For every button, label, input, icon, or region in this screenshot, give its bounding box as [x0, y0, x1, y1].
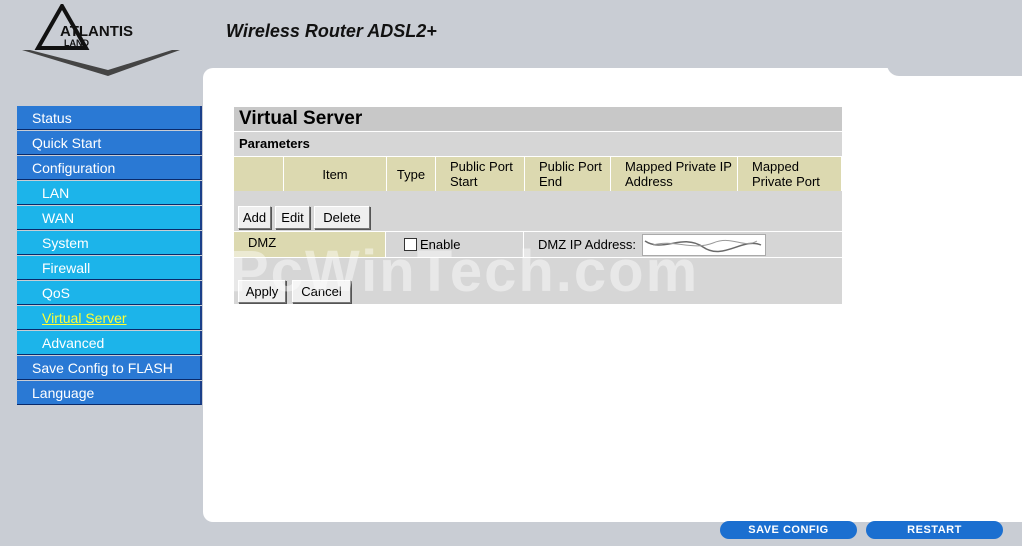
dmz-enable-label: Enable: [420, 237, 461, 252]
col-type: Type: [387, 157, 436, 191]
col-public-port-end: Public Port End: [525, 157, 611, 191]
atlantis-logo: ATLANTIS LAND: [20, 1, 185, 78]
col-item: Item: [284, 157, 387, 191]
col-public-port-start: Public Port Start: [436, 157, 525, 191]
col-mapped-private-ip: Mapped Private IP Address: [611, 157, 738, 191]
sidebar-item-configuration[interactable]: Configuration: [17, 156, 202, 180]
sidebar-item-save-config[interactable]: Save Config to FLASH: [17, 356, 202, 380]
edit-button[interactable]: Edit: [275, 206, 310, 229]
dmz-ip-input[interactable]: [642, 233, 767, 256]
sidebar-item-system[interactable]: System: [17, 231, 202, 255]
table-actions: Add Edit Delete: [234, 191, 842, 231]
sidebar-item-firewall[interactable]: Firewall: [17, 256, 202, 280]
sidebar-item-wan[interactable]: WAN: [17, 206, 202, 230]
redacted-scribble-icon: [644, 239, 762, 252]
header-spacer: [234, 157, 284, 191]
logo-subtext: LAND: [64, 38, 89, 48]
sidebar-item-advanced[interactable]: Advanced: [17, 331, 202, 355]
page-title: Virtual Server: [234, 107, 842, 131]
save-config-button[interactable]: SAVE CONFIG: [720, 521, 857, 539]
delete-button[interactable]: Delete: [314, 206, 370, 229]
col-mapped-private-port: Mapped Private Port: [738, 157, 842, 191]
product-title: Wireless Router ADSL2+: [226, 21, 437, 41]
sidebar-item-quick-start[interactable]: Quick Start: [17, 131, 202, 155]
apply-button[interactable]: Apply: [238, 280, 286, 303]
sidebar-item-language[interactable]: Language: [17, 381, 202, 405]
dmz-label: DMZ: [234, 232, 386, 257]
dmz-ip-group: DMZ IP Address:: [524, 232, 842, 257]
section-title: Parameters: [234, 131, 842, 156]
dmz-enable-checkbox[interactable]: [404, 238, 417, 251]
sidebar-item-lan[interactable]: LAN: [17, 181, 202, 205]
cancel-button[interactable]: Cancel: [292, 280, 351, 303]
virtual-server-form: Virtual Server Parameters Item Type Publ…: [234, 107, 842, 304]
sidebar-item-status[interactable]: Status: [17, 106, 202, 130]
dmz-enable-group: Enable: [386, 232, 524, 257]
dmz-row: DMZ Enable DMZ IP Address:: [234, 231, 842, 257]
restart-button[interactable]: RESTART: [866, 521, 1003, 539]
dmz-ip-label: DMZ IP Address:: [538, 237, 637, 252]
table-header: Item Type Public Port Start Public Port …: [234, 156, 842, 191]
sidebar-item-qos[interactable]: QoS: [17, 281, 202, 305]
sidebar-item-virtual-server[interactable]: Virtual Server: [17, 306, 202, 330]
form-actions: Apply Cancel: [234, 257, 842, 304]
sidebar: Status Quick Start Configuration LAN WAN…: [17, 106, 202, 406]
panel-notch: [887, 60, 1022, 76]
add-button[interactable]: Add: [238, 206, 271, 229]
